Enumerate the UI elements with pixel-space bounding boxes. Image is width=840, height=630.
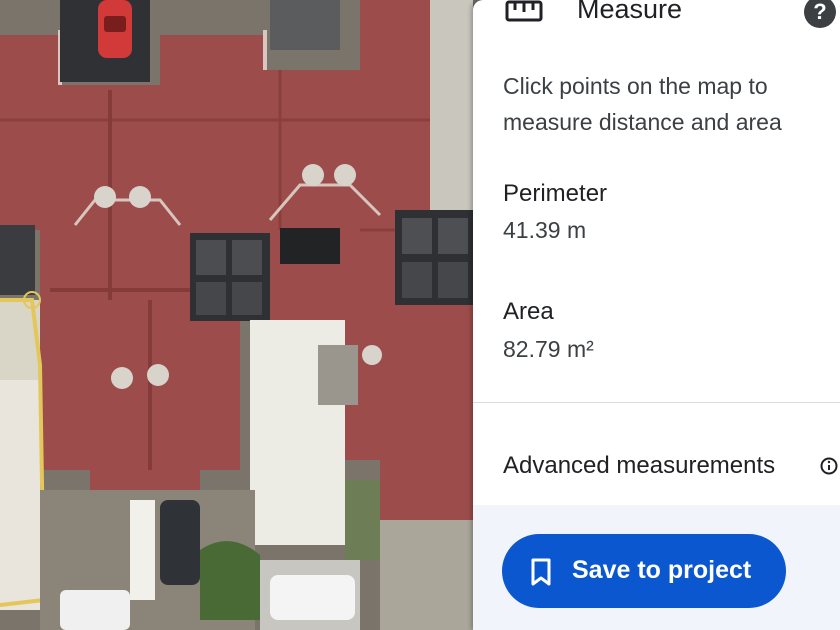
area-label: Area — [503, 298, 554, 325]
satellite-map[interactable] — [0, 0, 473, 630]
measure-panel: Measure ? Click points on the map to mea… — [473, 0, 840, 630]
perimeter-label: Perimeter — [503, 180, 608, 207]
save-to-project-label: Save to project — [572, 556, 752, 584]
perimeter-value: 41.39 m — [503, 217, 587, 243]
advanced-measurements-label: Advanced measurements — [503, 452, 776, 479]
ruler-icon — [505, 0, 543, 22]
bookmark-icon — [531, 558, 551, 586]
area-value: 82.79 m² — [503, 336, 594, 362]
panel-title: Measure — [577, 0, 683, 24]
panel-header: Measure ? — [473, 0, 840, 30]
help-icon[interactable]: ? — [804, 0, 836, 28]
divider — [473, 402, 840, 403]
save-to-project-button[interactable]: Save to project — [502, 534, 786, 608]
instructions-text: Click points on the map to measure dista… — [503, 73, 782, 135]
info-icon[interactable] — [820, 457, 838, 475]
